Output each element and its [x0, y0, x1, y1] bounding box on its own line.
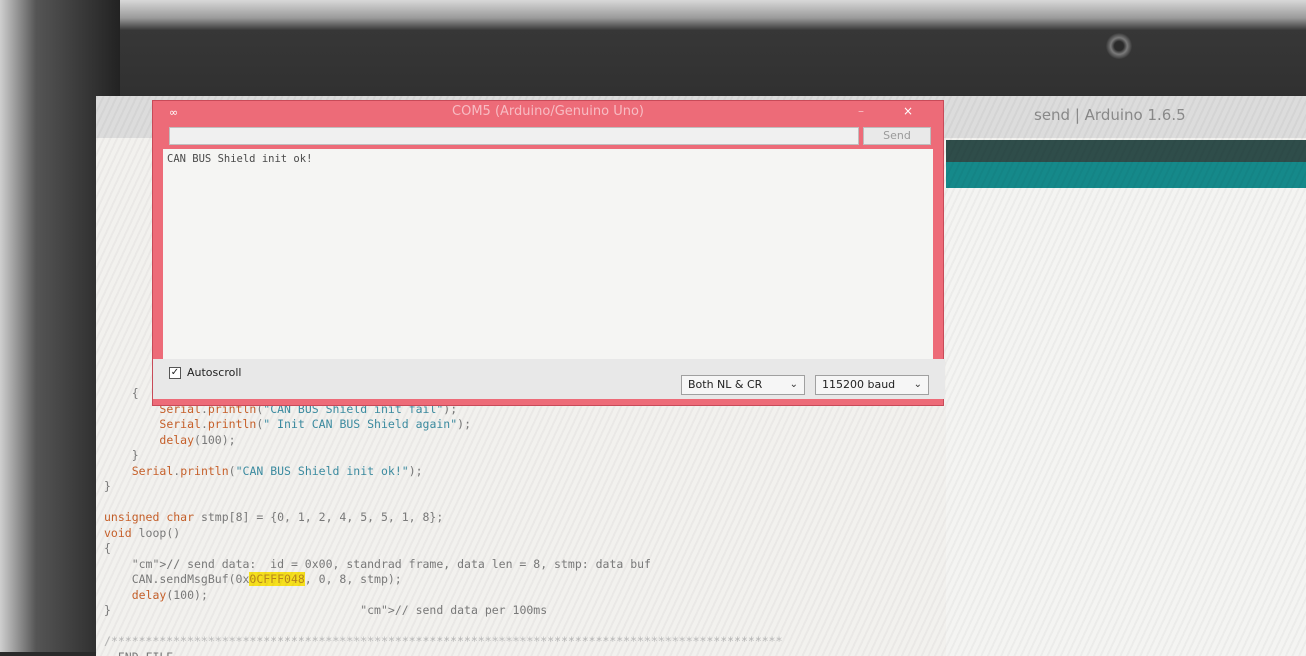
ide-tabbar [946, 162, 1306, 188]
code-line: Serial.println("CAN BUS Shield init ok!"… [104, 464, 1104, 480]
ide-toolbar [946, 140, 1306, 162]
serial-monitor-window: ∞ COM5 (Arduino/Genuino Uno) – × Send CA… [152, 100, 944, 406]
code-line: unsigned char stmp[8] = {0, 1, 2, 4, 5, … [104, 510, 1104, 526]
baud-rate-value: 115200 baud [822, 378, 895, 391]
code-line [104, 619, 1104, 635]
code-line: } [104, 479, 1104, 495]
serial-monitor-title: COM5 (Arduino/Genuino Uno) [423, 104, 673, 119]
autoscroll-label: Autoscroll [187, 366, 241, 379]
code-line: CAN.sendMsgBuf(0x0CFFF048, 0, 8, stmp); [104, 572, 1104, 588]
code-line: void loop() [104, 526, 1104, 542]
serial-bottom-bar: ✓ Autoscroll Both NL & CR ⌄ 115200 baud … [153, 359, 945, 399]
chevron-down-icon: ⌄ [790, 376, 798, 394]
code-line: END FILE [104, 650, 1104, 656]
code-line: } "cm">// send data per 100ms [104, 603, 1104, 619]
serial-output-area[interactable]: CAN BUS Shield init ok! [163, 149, 933, 359]
code-line: Serial.println(" Init CAN BUS Shield aga… [104, 417, 1104, 433]
line-ending-value: Both NL & CR [688, 378, 762, 391]
baud-rate-select[interactable]: 115200 baud ⌄ [815, 375, 929, 395]
line-ending-select[interactable]: Both NL & CR ⌄ [681, 375, 805, 395]
autoscroll-checkbox[interactable]: ✓ [169, 367, 181, 379]
serial-send-input[interactable] [169, 127, 859, 145]
code-editor[interactable]: { Serial.println("CAN BUS Shield init fa… [104, 386, 1104, 656]
serial-output-line: CAN BUS Shield init ok! [167, 153, 312, 165]
minimize-icon[interactable]: – [858, 104, 864, 118]
code-line: delay(100); [104, 433, 1104, 449]
close-icon[interactable]: × [903, 104, 913, 118]
code-line [104, 495, 1104, 511]
webcam-icon [1106, 33, 1132, 59]
serial-monitor-titlebar[interactable]: ∞ COM5 (Arduino/Genuino Uno) – × [153, 101, 943, 123]
code-line: } [104, 448, 1104, 464]
code-line: "cm">// send data: id = 0x00, standrad f… [104, 557, 1104, 573]
send-button[interactable]: Send [863, 127, 931, 145]
ide-window-title: send | Arduino 1.6.5 [1034, 106, 1186, 124]
bezel-top-edge [0, 0, 1306, 30]
arduino-logo-icon: ∞ [169, 106, 178, 119]
code-line: /***************************************… [104, 634, 1104, 650]
chevron-down-icon: ⌄ [914, 376, 922, 394]
code-line: { [104, 541, 1104, 557]
code-line: delay(100); [104, 588, 1104, 604]
